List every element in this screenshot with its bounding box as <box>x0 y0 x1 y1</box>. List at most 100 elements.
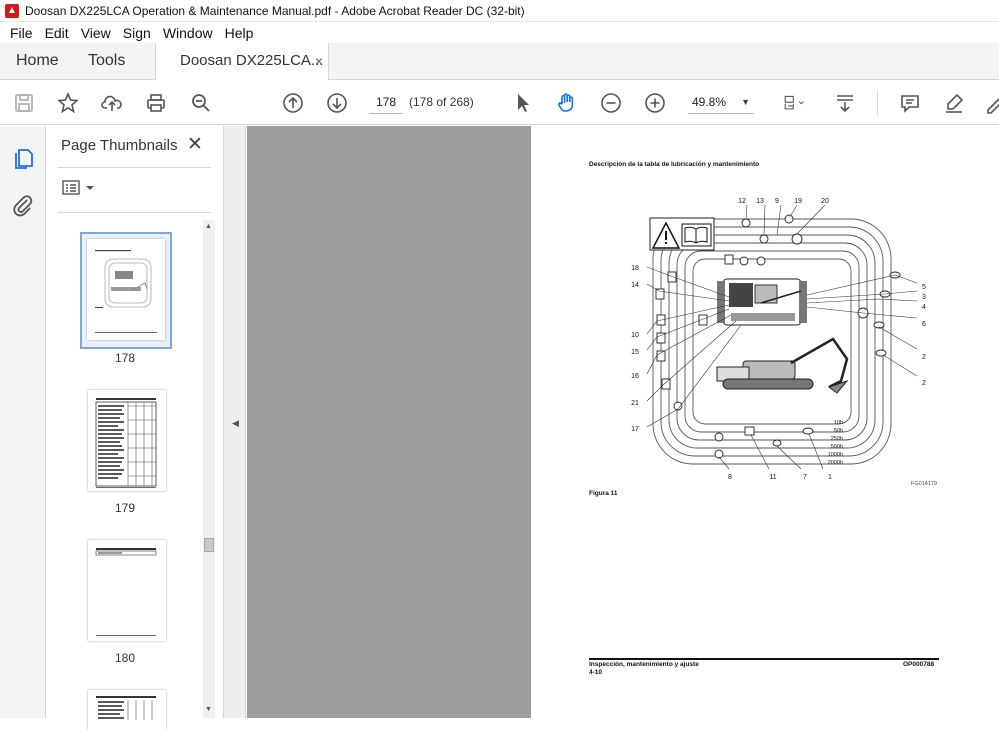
svg-text:250h: 250h <box>831 436 843 442</box>
scroll-mode-icon[interactable] <box>832 90 858 116</box>
close-panel-icon[interactable]: ✕ <box>187 133 203 156</box>
svg-text:7: 7 <box>803 474 807 481</box>
scroll-down-arrow-icon[interactable]: ▼ <box>205 706 212 713</box>
menu-file[interactable]: File <box>4 25 39 41</box>
svg-text:21: 21 <box>631 400 639 407</box>
page-count-label: (178 of 268) <box>409 95 474 109</box>
scroll-up-arrow-icon[interactable]: ▲ <box>205 223 212 230</box>
fit-page-icon[interactable] <box>777 90 811 116</box>
footer-page-number: 4-10 <box>589 669 603 676</box>
svg-text:8: 8 <box>728 474 732 481</box>
thumbnail-page-180[interactable] <box>88 540 166 641</box>
thumbnail-page-179[interactable] <box>88 390 166 491</box>
highlight-pen-icon[interactable] <box>941 90 967 116</box>
svg-text:5: 5 <box>922 284 926 291</box>
thumbnail-page-181[interactable] <box>88 690 166 730</box>
close-tab-icon[interactable]: × <box>315 43 323 79</box>
menu-bar: File Edit View Sign Window Help <box>0 22 999 43</box>
thumbnail-scrollbar[interactable]: ▲ ▼ <box>203 220 215 718</box>
lubrication-chart-diagram: 12 13 9 19 20 18 14 10 15 16 21 17 5 3 4… <box>631 198 937 487</box>
zoom-level-value: 49.8% <box>692 95 727 109</box>
svg-text:4: 4 <box>922 304 926 311</box>
hand-tool-icon[interactable] <box>554 90 580 116</box>
save-icon[interactable] <box>11 90 37 116</box>
svg-text:2: 2 <box>922 354 926 361</box>
attachments-icon[interactable] <box>11 193 35 217</box>
svg-text:18: 18 <box>631 265 639 272</box>
divider <box>58 167 211 168</box>
menu-view[interactable]: View <box>75 25 117 41</box>
divider <box>58 212 211 213</box>
toolbar: (178 of 268) 49.8% ▼ <box>0 80 999 125</box>
svg-text:3: 3 <box>922 294 926 301</box>
panel-title: Page Thumbnails <box>61 137 178 154</box>
page-heading: Descripción de la tabla de lubricación y… <box>589 161 760 168</box>
menu-window[interactable]: Window <box>157 25 219 41</box>
svg-text:17: 17 <box>631 426 639 433</box>
thumbnail-options-button[interactable] <box>62 179 98 197</box>
left-navigation-rail <box>0 126 46 718</box>
svg-text:2: 2 <box>922 380 926 387</box>
footer-code: OP000788 <box>903 661 935 668</box>
svg-text:10: 10 <box>631 332 639 339</box>
comment-icon[interactable] <box>897 90 923 116</box>
svg-text:13: 13 <box>756 198 764 205</box>
toolbar-divider <box>877 90 878 116</box>
svg-text:20: 20 <box>821 198 829 205</box>
zoom-in-icon[interactable] <box>642 90 668 116</box>
tab-tools[interactable]: Tools <box>88 43 125 80</box>
page-number-input[interactable] <box>369 90 403 114</box>
menu-edit[interactable]: Edit <box>39 25 75 41</box>
svg-text:15: 15 <box>631 349 639 356</box>
svg-text:500h: 500h <box>831 444 843 450</box>
svg-text:50h: 50h <box>834 428 843 434</box>
print-icon[interactable] <box>143 90 169 116</box>
svg-text:16: 16 <box>631 373 639 380</box>
svg-text:11: 11 <box>769 474 776 481</box>
title-bar: ▲ Doosan DX225LCA Operation & Maintenanc… <box>0 0 999 22</box>
figure-code: FG014179 <box>911 481 937 487</box>
svg-text:1: 1 <box>828 474 832 481</box>
thumbnail-page-178[interactable] <box>80 232 172 349</box>
bookmark-star-icon[interactable] <box>55 90 81 116</box>
zoom-search-icon[interactable] <box>188 90 214 116</box>
collapse-panel-icon[interactable]: ◀ <box>232 418 239 429</box>
thumbnail-label: 179 <box>114 501 136 515</box>
svg-text:1000h: 1000h <box>828 452 843 458</box>
menu-help[interactable]: Help <box>219 25 260 41</box>
zoom-level-select[interactable]: 49.8% ▼ <box>688 90 754 114</box>
sign-icon[interactable] <box>982 90 999 116</box>
page-thumbnails-panel: Page Thumbnails ✕ 178 179 180 ▲ ▼ <box>46 126 224 730</box>
tab-bar: Home Tools Doosan DX225LCA... × <box>0 43 999 81</box>
svg-text:19: 19 <box>794 198 802 205</box>
tab-document[interactable]: Doosan DX225LCA... × <box>155 43 329 81</box>
thumbnail-image <box>87 239 165 340</box>
tab-document-label: Doosan DX225LCA... <box>180 52 324 69</box>
pdf-page: Descripción de la tabla de lubricación y… <box>531 126 999 718</box>
callout-top: 12 <box>738 198 746 205</box>
svg-text:14: 14 <box>631 282 639 289</box>
scrollbar-thumb[interactable] <box>204 538 214 552</box>
thumbnail-label: 180 <box>114 651 136 665</box>
select-arrow-icon[interactable] <box>510 90 536 116</box>
figure-caption: Figura 11 <box>589 490 618 497</box>
zoom-out-icon[interactable] <box>598 90 624 116</box>
page-down-icon[interactable] <box>324 90 350 116</box>
upload-share-icon[interactable] <box>99 90 125 116</box>
panel-splitter[interactable]: ◀ <box>224 126 246 718</box>
footer-section: Inspección, mantenimiento y ajuste <box>589 661 699 668</box>
document-view[interactable]: Descripción de la tabla de lubricación y… <box>247 126 999 718</box>
menu-sign[interactable]: Sign <box>117 25 157 41</box>
page-thumbnails-icon[interactable] <box>11 147 35 171</box>
thumbnail-label: 178 <box>114 351 136 365</box>
acrobat-icon: ▲ <box>5 3 19 18</box>
page-up-icon[interactable] <box>280 90 306 116</box>
svg-text:6: 6 <box>922 321 926 328</box>
footer-rule <box>589 658 939 660</box>
svg-text:10h: 10h <box>834 420 843 426</box>
svg-text:9: 9 <box>775 198 779 205</box>
svg-text:2000h: 2000h <box>828 460 843 466</box>
tab-home[interactable]: Home <box>16 43 59 80</box>
window-title: Doosan DX225LCA Operation & Maintenance … <box>25 3 525 18</box>
chevron-down-icon: ▼ <box>741 97 750 107</box>
